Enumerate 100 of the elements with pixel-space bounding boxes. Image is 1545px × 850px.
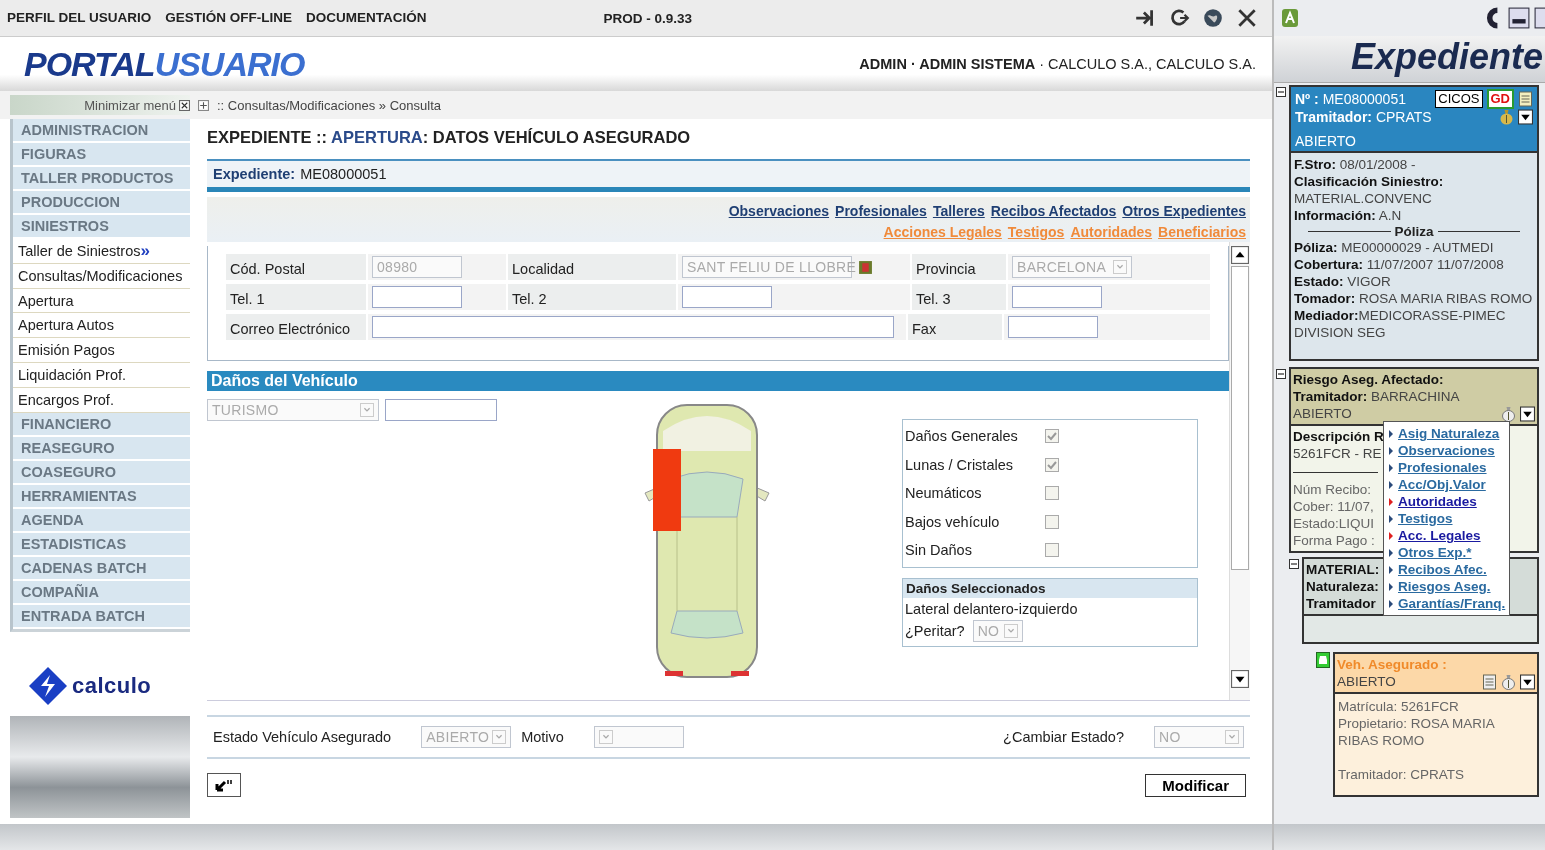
dropdown-caret-icon[interactable] <box>1520 405 1535 422</box>
sidebar-section[interactable]: FINANCIERO <box>13 412 190 435</box>
menu-item[interactable]: Acc/Obj.Valor <box>1388 476 1506 493</box>
menu-item[interactable]: Garantías/Franq. <box>1388 595 1506 612</box>
scrollbar[interactable] <box>1229 242 1250 700</box>
modify-button[interactable]: Modificar <box>1145 773 1246 797</box>
brand-name: calculo <box>72 672 152 699</box>
field-label: ¿Cambiar Estado? <box>1003 729 1124 745</box>
detail-line: Tomador: ROSA MARIA RIBAS ROMO <box>1294 290 1534 307</box>
sidebar-section[interactable]: COASEGURO <box>13 460 190 483</box>
close-icon[interactable] <box>179 99 190 111</box>
section-link[interactable]: Profesionales <box>835 203 927 219</box>
document-icon[interactable] <box>1482 673 1497 690</box>
dropdown-caret-icon <box>598 730 613 744</box>
top-menu-item[interactable]: DOCUMENTACIÓN <box>299 0 434 36</box>
section-link[interactable]: Recibos Afectados <box>990 203 1117 219</box>
input-field[interactable] <box>682 286 772 308</box>
menu-item[interactable]: Acc. Legales <box>1388 527 1506 544</box>
dropdown-caret-icon <box>1113 260 1127 274</box>
bullet-triangle-icon <box>1388 598 1394 609</box>
field-label: ¿Peritar? <box>905 622 965 639</box>
document-icon[interactable] <box>1518 91 1533 107</box>
detail-line: Estado: VIGOR <box>1294 273 1392 290</box>
scroll-down-icon[interactable] <box>1231 670 1249 688</box>
checkbox[interactable] <box>1045 429 1059 444</box>
field-label: Provincia <box>912 254 1006 280</box>
section-link[interactable]: Talleres <box>932 203 985 219</box>
sidebar-section[interactable]: CADENAS BATCH <box>13 556 190 579</box>
maximize-icon[interactable] <box>1534 7 1545 29</box>
lookup-book-icon[interactable] <box>858 259 873 275</box>
input-field[interactable] <box>1008 316 1098 338</box>
sidebar-section[interactable]: ADMINISTRACION <box>13 119 190 141</box>
sidebar-item[interactable]: Apertura Autos <box>13 313 190 339</box>
menu-item[interactable]: Otros Exp.* <box>1388 544 1506 561</box>
field-label: Tel. 1 <box>226 284 366 310</box>
checkbox-label: Lunas / Cristales <box>905 456 1014 473</box>
status-badge[interactable]: GD <box>1486 89 1514 109</box>
menu-item[interactable]: Recibos Afec. <box>1388 561 1506 578</box>
scroll-up-icon[interactable] <box>1231 246 1249 264</box>
input-field[interactable] <box>1012 286 1102 308</box>
sidebar-item[interactable]: Apertura <box>13 288 190 314</box>
detail-line: Información: A.N <box>1294 207 1403 224</box>
sidebar-section[interactable]: HERRAMIENTAS <box>13 484 190 507</box>
menu-item[interactable]: Asig Naturaleza <box>1388 425 1506 442</box>
sidebar-item[interactable]: Encargos Prof. <box>13 387 190 413</box>
section-header: Daños del Vehículo <box>207 371 1229 391</box>
menu-item[interactable]: Autoridades <box>1388 493 1506 510</box>
menu-item[interactable]: Riesgos Aseg. <box>1388 578 1506 595</box>
logout-arrow-icon[interactable] <box>1134 7 1156 29</box>
dropdown-caret-icon[interactable] <box>1520 673 1535 690</box>
sidebar-section[interactable]: TALLER PRODUCTOS <box>13 167 190 189</box>
status-badge[interactable]: CICOS <box>1435 90 1483 108</box>
vehicle-title: Veh. Asegurado : <box>1337 656 1448 673</box>
expand-icon[interactable] <box>198 99 209 111</box>
sidebar-item[interactable]: Liquidación Prof. <box>13 363 190 388</box>
input-field[interactable] <box>372 316 894 338</box>
sidebar-section[interactable]: ENTRADA BATCH <box>13 604 190 627</box>
section-link[interactable]: Otros Expedientes <box>1122 203 1246 219</box>
sidebar-section[interactable]: ESTADISTICAS <box>13 532 190 555</box>
letter-a-icon[interactable] <box>1280 8 1300 28</box>
menu-item[interactable]: Testigos <box>1388 510 1506 527</box>
collapse-icon[interactable] <box>1276 369 1286 379</box>
detail-line: MATERIAL.CONVENC <box>1294 190 1433 207</box>
collapse-icon[interactable] <box>1276 87 1286 97</box>
bullet-triangle-icon <box>1388 462 1394 473</box>
sidebar-item[interactable]: Consultas/Modificaciones <box>13 263 190 289</box>
field-label: Tel. 3 <box>912 284 1006 310</box>
checkbox[interactable] <box>1045 486 1059 501</box>
section-link[interactable]: Observaciones <box>728 203 830 219</box>
input-field[interactable] <box>385 399 497 421</box>
sidebar-section[interactable]: COMPAÑIA <box>13 580 190 603</box>
top-menu-item[interactable]: GESTIÓN OFF-LINE <box>158 0 300 36</box>
checkbox-label: Daños Generales <box>905 428 1019 445</box>
sidebar-item[interactable]: Taller de Siniestros» <box>13 239 190 264</box>
car-top-view-drawing[interactable] <box>644 404 770 678</box>
menu-item[interactable]: Observaciones <box>1388 442 1506 459</box>
detail-line: Descripción R <box>1293 428 1384 445</box>
field-label: Cód. Postal <box>226 254 366 280</box>
close-icon[interactable] <box>1236 7 1258 29</box>
collapse-icon[interactable] <box>1289 559 1299 569</box>
detail-line: Forma Pago : <box>1293 532 1375 549</box>
back-button[interactable] <box>207 773 241 797</box>
sidebar-item[interactable]: Emisión Pagos <box>13 338 190 363</box>
sidebar-section[interactable]: AGENDA <box>13 508 190 531</box>
input-field[interactable] <box>372 286 462 308</box>
sidebar-section[interactable]: REASEGURO <box>13 436 190 459</box>
menu-item[interactable]: Profesionales <box>1388 459 1506 476</box>
checkbox[interactable] <box>1045 514 1059 529</box>
risk-title: Riesgo Aseg. Afectado: <box>1293 371 1445 388</box>
sidebar-section[interactable]: FIGURAS <box>13 143 190 165</box>
bullet-triangle-icon <box>1388 428 1394 439</box>
risk-status: ABIERTO <box>1293 405 1352 422</box>
dropdown-caret-icon[interactable] <box>1518 109 1533 125</box>
dropdown-caret-icon <box>1225 730 1239 744</box>
top-menu-item[interactable]: PERFIL DEL USUARIO <box>0 0 159 36</box>
checkbox[interactable] <box>1045 457 1059 472</box>
minimize-icon[interactable] <box>1508 7 1530 29</box>
sidebar-section[interactable]: PRODUCCION <box>13 191 190 213</box>
sidebar-section[interactable]: SINIESTROS <box>13 215 190 237</box>
checkbox[interactable] <box>1045 543 1059 558</box>
